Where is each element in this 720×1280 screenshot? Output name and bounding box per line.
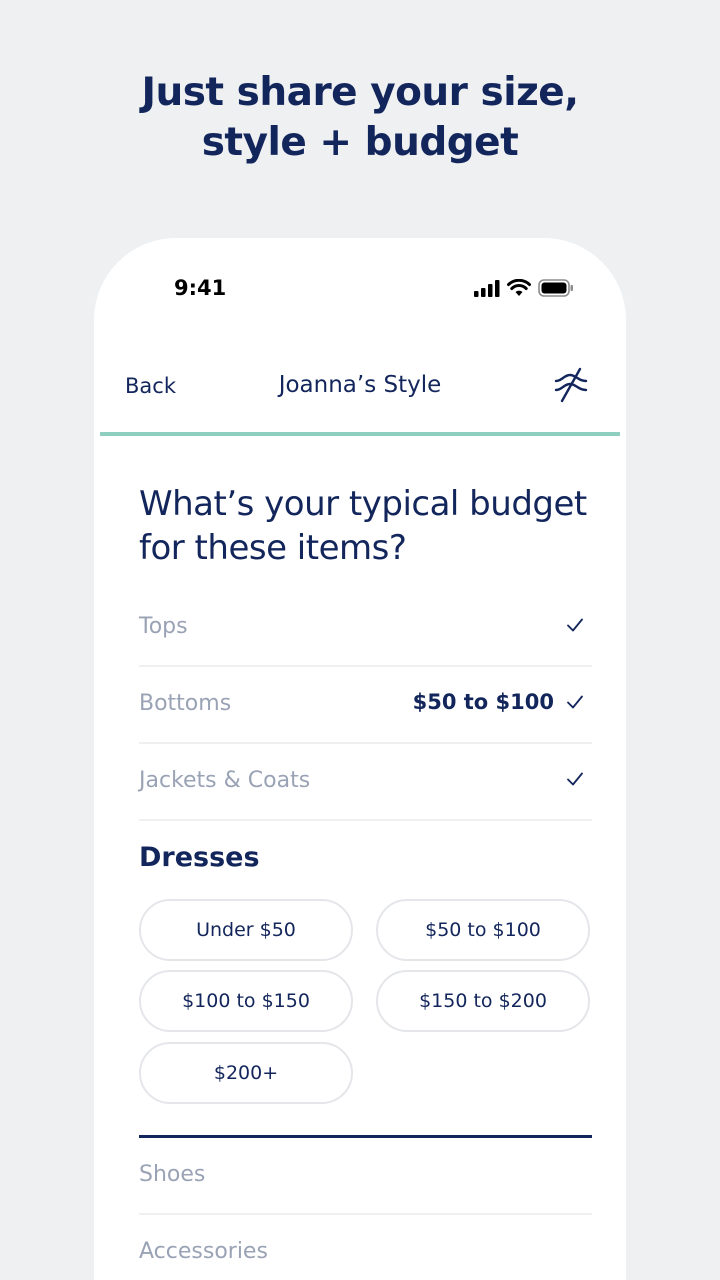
- budget-option-150-to-200[interactable]: $150 to $200: [376, 970, 590, 1032]
- nav-bar: Back Joanna’s Style: [94, 360, 626, 416]
- hero-title-line-1: Just share your size,: [141, 70, 579, 115]
- category-label: Bottoms: [139, 691, 232, 716]
- category-label: Jackets & Coats: [139, 768, 311, 793]
- status-time: 9:41: [174, 276, 227, 300]
- hero-title: Just share your size, style + budget: [0, 68, 720, 168]
- checkmark-icon: [567, 772, 583, 786]
- dresses-section-title: Dresses: [139, 842, 260, 873]
- budget-option-50-to-100[interactable]: $50 to $100: [376, 899, 590, 961]
- category-row-tops[interactable]: Tops: [139, 590, 592, 667]
- signal-icon: [474, 279, 500, 297]
- nav-title: Joanna’s Style: [278, 372, 442, 398]
- status-icons: [474, 279, 574, 297]
- category-row-bottoms[interactable]: Bottoms $50 to $100: [139, 667, 592, 744]
- budget-option-100-to-150[interactable]: $100 to $150: [139, 970, 353, 1032]
- budget-option-200-plus[interactable]: $200+: [139, 1042, 353, 1104]
- category-label: Accessories: [139, 1239, 268, 1264]
- question-line-2: for these items?: [139, 528, 407, 568]
- remaining-category-list: Shoes Accessories: [139, 1138, 592, 1280]
- category-label: Tops: [139, 614, 188, 639]
- progress-bar: [100, 432, 620, 436]
- category-value: $50 to $100: [412, 690, 554, 714]
- status-bar: 9:41: [94, 276, 626, 304]
- screen: Just share your size, style + budget 9:4…: [0, 0, 720, 1280]
- question-line-1: What’s your typical budget: [139, 484, 587, 524]
- wifi-icon: [507, 279, 531, 296]
- filter-icon[interactable]: [552, 366, 590, 404]
- category-row-jackets-coats[interactable]: Jackets & Coats: [139, 744, 592, 821]
- category-row-accessories[interactable]: Accessories: [139, 1215, 592, 1280]
- category-label: Shoes: [139, 1162, 206, 1187]
- battery-icon: [538, 279, 573, 297]
- hero-title-line-2: style + budget: [201, 120, 519, 165]
- category-list: Tops Bottoms $50 to $100 Jackets & Coats: [139, 590, 592, 821]
- checkmark-icon: [567, 618, 583, 632]
- question-heading: What’s your typical budget for these ite…: [139, 482, 599, 570]
- checkmark-icon: [567, 695, 583, 709]
- budget-option-under-50[interactable]: Under $50: [139, 899, 353, 961]
- category-row-shoes[interactable]: Shoes: [139, 1138, 592, 1215]
